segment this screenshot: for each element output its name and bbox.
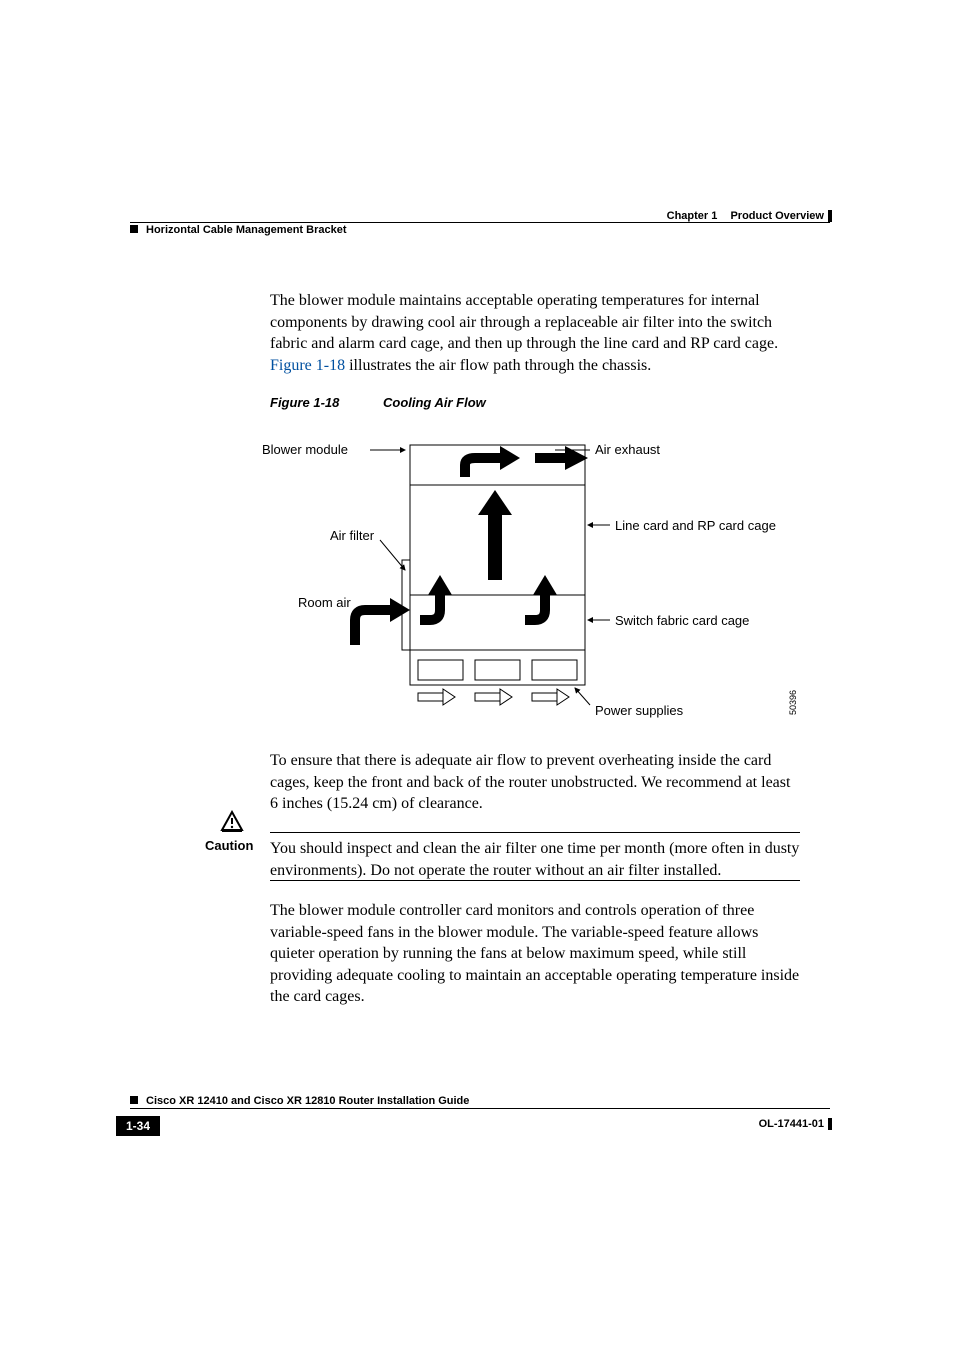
- header-square-icon: [130, 225, 138, 233]
- document-id: OL-17441-01: [759, 1118, 824, 1130]
- label-switch-fabric: Switch fabric card cage: [615, 613, 749, 628]
- p1-text-b: illustrates the air flow path through th…: [345, 357, 651, 374]
- caution-label: Caution: [205, 838, 253, 853]
- paragraph-controller: The blower module controller card monito…: [270, 900, 800, 1008]
- label-air-filter: Air filter: [330, 528, 374, 543]
- figure-id-number: 50396: [788, 690, 798, 715]
- header-rule: [130, 222, 830, 223]
- chapter-label: Chapter 1: [667, 210, 718, 222]
- figure-reference-link[interactable]: Figure 1-18: [270, 357, 345, 374]
- footer-rule: [130, 1108, 830, 1109]
- chapter-title: Product Overview: [730, 210, 824, 222]
- paragraph-airflow: To ensure that there is adequate air flo…: [270, 750, 800, 815]
- caution-icon: [220, 810, 244, 837]
- running-header-right: Chapter 1 Product Overview: [667, 210, 824, 222]
- label-air-exhaust: Air exhaust: [595, 442, 660, 457]
- figure-diagram: Blower module Air exhaust Air filter Lin…: [270, 420, 800, 730]
- doc-id-bar: [828, 1118, 832, 1130]
- caution-rule-bot: [270, 880, 800, 881]
- p1-text-a: The blower module maintains acceptable o…: [270, 292, 778, 352]
- label-line-card-cage: Line card and RP card cage: [615, 518, 776, 533]
- footer-guide-title: Cisco XR 12410 and Cisco XR 12810 Router…: [146, 1095, 469, 1107]
- caution-rule-top: [270, 832, 800, 833]
- section-title: Horizontal Cable Management Bracket: [146, 224, 347, 236]
- footer-square-icon: [130, 1096, 138, 1104]
- page-number: 1-34: [116, 1116, 160, 1136]
- figure-number: Figure 1-18: [270, 395, 339, 410]
- caution-text: You should inspect and clean the air fil…: [270, 838, 800, 881]
- label-room-air: Room air: [298, 595, 351, 610]
- figure-title: Cooling Air Flow: [383, 395, 486, 410]
- label-power-supplies: Power supplies: [595, 703, 683, 718]
- airflow-diagram-svg: [270, 420, 800, 730]
- header-right-bar: [828, 210, 832, 222]
- paragraph-intro: The blower module maintains acceptable o…: [270, 290, 800, 376]
- label-blower-module: Blower module: [262, 442, 348, 457]
- figure-caption: Figure 1-18 Cooling Air Flow: [270, 395, 486, 410]
